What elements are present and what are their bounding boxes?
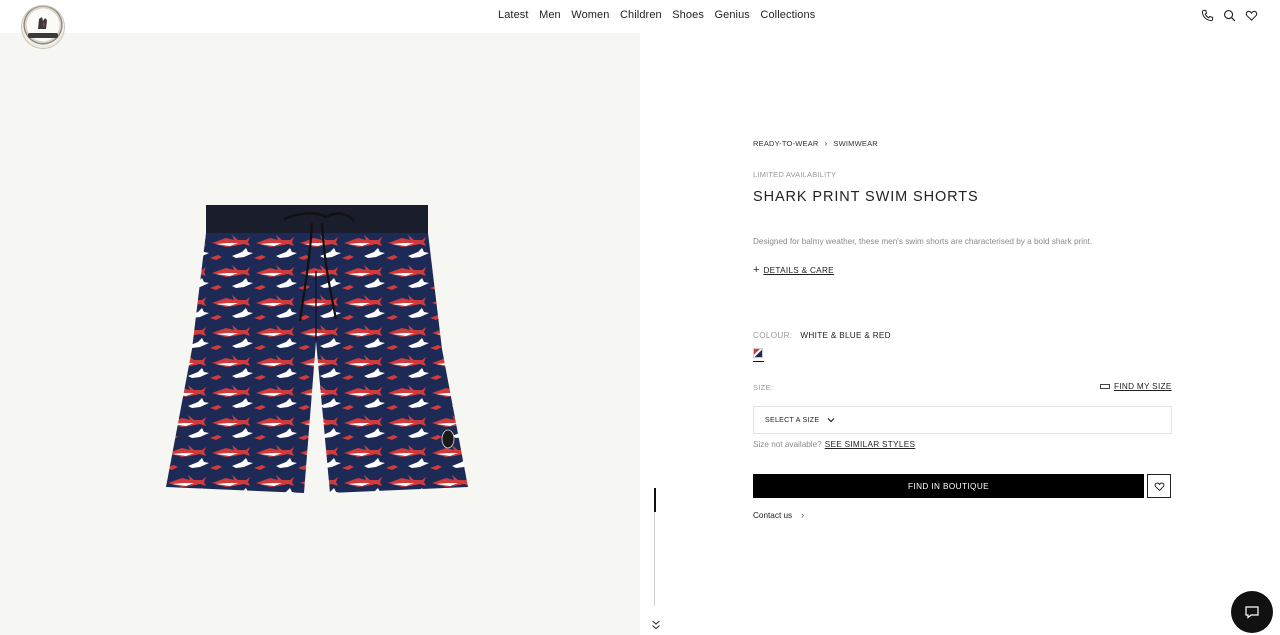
find-in-boutique-button[interactable]: FIND IN BOUTIQUE xyxy=(753,474,1144,498)
chat-button[interactable] xyxy=(1231,591,1273,633)
contact-us-label: Contact us xyxy=(753,510,793,520)
double-chevron-down-icon[interactable] xyxy=(651,619,661,631)
product-description: Designed for balmy weather, these men's … xyxy=(753,237,1093,246)
wishlist-button[interactable] xyxy=(1147,474,1171,498)
nav-item-shoes[interactable]: Shoes xyxy=(672,9,704,21)
availability-label: LIMITED AVAILABILITY xyxy=(753,170,837,179)
chat-icon xyxy=(1245,606,1259,619)
find-my-size-link[interactable]: FIND MY SIZE xyxy=(1114,382,1172,391)
brand-logo[interactable] xyxy=(22,6,64,48)
size-select[interactable]: SELECT A SIZE xyxy=(753,406,1172,434)
colour-row: COLOUR: WHITE & BLUE & RED xyxy=(753,331,891,340)
product-title: SHARK PRINT SWIM SHORTS xyxy=(753,189,979,205)
heart-icon[interactable] xyxy=(1245,9,1258,22)
brand-wordmark xyxy=(28,33,58,38)
nav-item-women[interactable]: Women xyxy=(571,9,609,21)
contact-us-link[interactable]: Contact us › xyxy=(753,510,804,520)
chevron-right-icon: › xyxy=(801,510,805,520)
heart-icon xyxy=(1154,482,1164,491)
breadcrumb-ready-to-wear[interactable]: READY-TO-WEAR xyxy=(753,139,819,148)
colour-swatch[interactable] xyxy=(753,348,764,362)
site-header: Latest Men Women Children Shoes Genius C… xyxy=(0,0,1280,48)
search-icon[interactable] xyxy=(1223,9,1236,22)
nav-item-children[interactable]: Children xyxy=(620,9,662,21)
plus-icon: + xyxy=(753,264,760,276)
header-actions xyxy=(1201,9,1258,22)
breadcrumb-separator-icon: › xyxy=(824,139,828,148)
image-scroll-thumb[interactable] xyxy=(654,488,656,512)
colour-swatch-chip xyxy=(753,348,763,358)
phone-icon[interactable] xyxy=(1201,9,1214,22)
rooster-icon xyxy=(38,17,47,29)
breadcrumb: READY-TO-WEAR › SWIMWEAR xyxy=(753,139,878,148)
details-care-toggle[interactable]: + DETAILS & CARE xyxy=(753,264,834,276)
find-my-size[interactable]: FIND MY SIZE xyxy=(1100,382,1172,391)
colour-value: WHITE & BLUE & RED xyxy=(800,331,891,340)
product-image[interactable] xyxy=(166,171,468,495)
main-nav: Latest Men Women Children Shoes Genius C… xyxy=(498,9,826,21)
ruler-icon xyxy=(1100,384,1110,389)
breadcrumb-swimwear[interactable]: SWIMWEAR xyxy=(833,139,878,148)
details-care-link[interactable]: DETAILS & CARE xyxy=(763,266,833,275)
colour-label: COLOUR: xyxy=(753,331,793,340)
see-similar-styles-link[interactable]: SEE SIMILAR STYLES xyxy=(825,440,916,449)
size-unavailable-text: Size not available? xyxy=(753,440,822,449)
nav-item-men[interactable]: Men xyxy=(539,9,561,21)
nav-item-latest[interactable]: Latest xyxy=(498,9,529,21)
nav-item-genius[interactable]: Genius xyxy=(714,9,749,21)
size-select-value: SELECT A SIZE xyxy=(765,416,820,424)
size-label: SIZE: xyxy=(753,383,774,392)
nav-item-collections[interactable]: Collections xyxy=(760,9,815,21)
size-unavailable-row: Size not available? SEE SIMILAR STYLES xyxy=(753,440,915,449)
chevron-down-icon xyxy=(827,418,835,423)
